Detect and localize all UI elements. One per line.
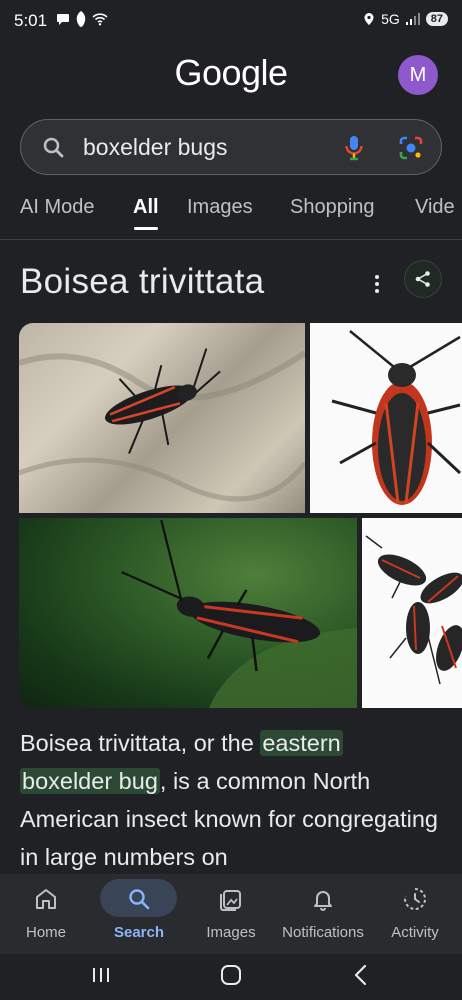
avatar[interactable]: M — [398, 55, 438, 95]
nav-activity[interactable]: Activity — [369, 874, 461, 954]
location-icon — [364, 13, 374, 25]
nav-notifications[interactable]: Notifications — [277, 874, 369, 954]
battery-level: 87 — [425, 12, 448, 26]
knowledge-panel-title: Boisea trivittata — [20, 262, 265, 301]
tab-images[interactable]: Images — [187, 196, 253, 219]
activity-icon — [402, 886, 428, 917]
nav-home-label: Home — [25, 924, 66, 941]
signal-icon — [405, 13, 420, 25]
search-tabs: AI Mode All Images Shopping Vide — [0, 196, 462, 240]
bug-image-on-leaf[interactable] — [19, 518, 357, 708]
network-type: 5G — [381, 11, 400, 27]
google-logo[interactable]: Google — [0, 52, 462, 94]
status-time: 5:01 — [14, 11, 48, 30]
home-button-icon[interactable] — [219, 962, 243, 993]
search-query[interactable]: boxelder bugs — [83, 134, 228, 161]
images-icon — [218, 886, 244, 917]
status-right: 5G 87 — [363, 11, 448, 27]
nav-images[interactable]: Images — [185, 874, 277, 954]
chat-icon — [57, 14, 69, 25]
wifi-icon — [92, 13, 108, 26]
notification-icons — [56, 10, 108, 28]
alert-icon — [76, 11, 86, 27]
tab-videos[interactable]: Vide — [415, 196, 455, 219]
bug-image-white-background[interactable] — [310, 323, 462, 513]
share-button[interactable] — [404, 260, 442, 298]
bug-cluster-image[interactable] — [362, 518, 462, 708]
knowledge-panel-description: Boisea trivittata, or the eastern boxelde… — [20, 724, 450, 876]
bell-icon — [310, 886, 336, 917]
tab-shopping[interactable]: Shopping — [290, 196, 375, 219]
microphone-icon[interactable] — [343, 134, 365, 167]
status-bar: 5:01 5G 87 — [0, 0, 462, 44]
nav-activity-label: Activity — [391, 924, 439, 941]
nav-home[interactable]: Home — [0, 874, 92, 954]
tab-all[interactable]: All — [133, 196, 159, 219]
recent-apps-icon[interactable] — [90, 962, 112, 993]
highlight-eastern[interactable]: eastern — [260, 730, 343, 756]
home-icon — [33, 886, 59, 917]
bug-image-on-bark[interactable] — [19, 323, 305, 513]
tab-ai-mode[interactable]: AI Mode — [20, 196, 94, 219]
nav-search-label: Search — [113, 924, 165, 941]
nav-notifications-label: Notifications — [282, 924, 364, 941]
nav-images-label: Images — [206, 924, 256, 941]
active-tab-indicator — [134, 227, 158, 230]
highlight-boxelder-bug[interactable]: boxelder bug — [20, 768, 160, 794]
share-icon — [415, 271, 430, 287]
search-icon — [41, 135, 67, 166]
back-icon[interactable] — [350, 962, 372, 993]
description-text-start: Boisea trivittata, or the — [20, 730, 261, 756]
search-input[interactable]: boxelder bugs — [20, 119, 442, 175]
lens-icon[interactable] — [397, 134, 425, 167]
system-navigation-bar — [0, 954, 462, 1000]
nav-search[interactable]: Search — [93, 874, 185, 954]
more-options-icon[interactable] — [370, 272, 384, 301]
search-icon — [126, 886, 152, 917]
